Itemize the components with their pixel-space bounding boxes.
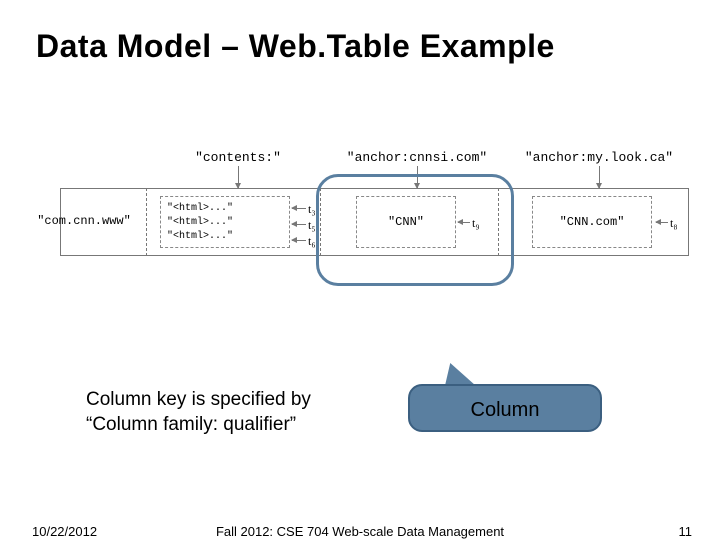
arrow-left-icon <box>292 240 306 241</box>
arrow-down-icon <box>599 166 600 188</box>
arrow-down-icon <box>417 166 418 188</box>
caption-text: Column key is specified by “Column famil… <box>86 388 386 437</box>
cell-version: "<html>..." <box>167 203 233 214</box>
caption-line: “Column family: qualifier” <box>86 414 296 435</box>
cell-contents: "<html>..." "<html>..." "<html>..." <box>160 196 290 248</box>
callout-column: Column <box>408 384 602 432</box>
row-edge <box>688 188 689 256</box>
cell-anchor-cnnsi: "CNN" <box>356 196 456 248</box>
cell-version: "<html>..." <box>167 231 233 242</box>
timestamp-label: t₉ <box>472 216 480 231</box>
timestamp-label: t₆ <box>308 234 316 249</box>
timestamp-label: t₃ <box>308 202 316 217</box>
timestamp-label: t₈ <box>670 216 678 231</box>
cell-anchor-mylook: "CNN.com" <box>532 196 652 248</box>
column-divider <box>320 188 321 256</box>
arrow-left-icon <box>656 222 668 223</box>
slide-title: Data Model – Web.Table Example <box>36 28 555 65</box>
column-header-contents: "contents:" <box>188 150 288 165</box>
cell-value: "CNN" <box>357 215 455 229</box>
column-header-anchor-mylook: "anchor:my.look.ca" <box>514 150 684 165</box>
footer-course: Fall 2012: CSE 704 Web-scale Data Manage… <box>0 524 720 539</box>
webtable-diagram: "contents:" "anchor:cnnsi.com" "anchor:m… <box>20 150 700 310</box>
cell-version: "<html>..." <box>167 217 233 228</box>
arrow-left-icon <box>292 224 306 225</box>
arrow-down-icon <box>238 166 239 188</box>
arrow-left-icon <box>458 222 470 223</box>
footer-page-number: 11 <box>679 524 693 539</box>
row-key-label: "com.cnn.www" <box>20 214 148 228</box>
cell-value: "CNN.com" <box>533 215 651 229</box>
column-divider <box>498 188 499 256</box>
arrow-left-icon <box>292 208 306 209</box>
column-header-anchor-cnnsi: "anchor:cnnsi.com" <box>342 150 492 165</box>
caption-line: Column key is specified by <box>86 389 311 410</box>
timestamp-label: t₅ <box>308 218 316 233</box>
